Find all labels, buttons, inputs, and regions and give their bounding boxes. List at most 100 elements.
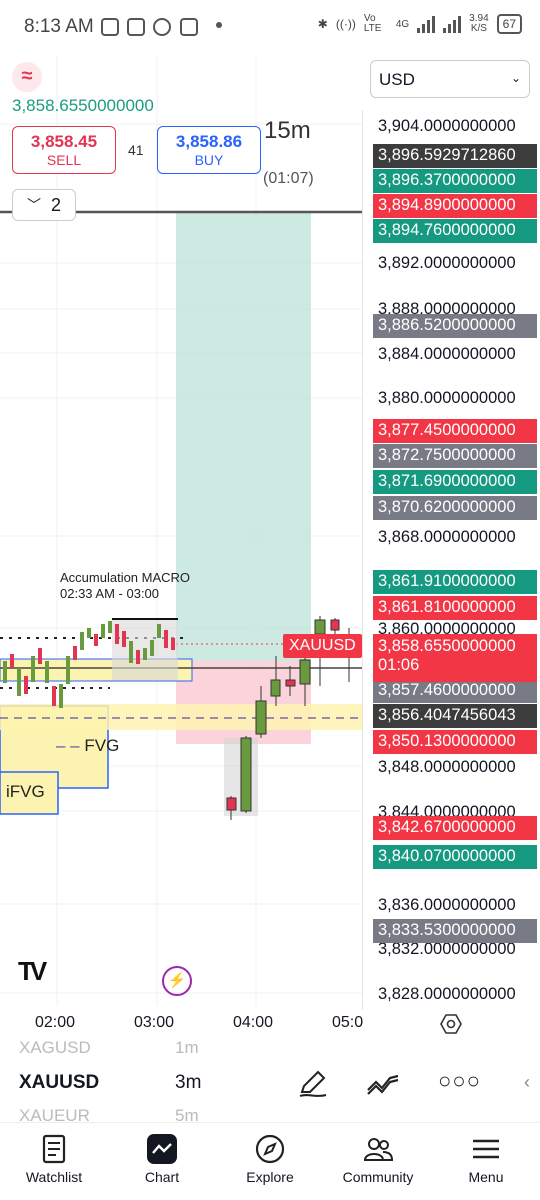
macro-annotation[interactable]: Accumulation MACRO 02:33 AM - 03:00 bbox=[60, 570, 190, 602]
menu-icon bbox=[473, 1139, 499, 1159]
buy-price: 3,858.86 bbox=[175, 132, 243, 151]
price-label[interactable]: 3,850.1300000000 bbox=[373, 730, 537, 754]
nav-label: Explore bbox=[246, 1169, 294, 1185]
more-options-icon[interactable]: ○○○ bbox=[438, 1068, 481, 1094]
price-axis[interactable]: 3,904.0000000000 3,892.0000000000 3,888.… bbox=[362, 110, 540, 1010]
price-label[interactable]: 3,833.5300000000 bbox=[373, 919, 537, 943]
network-rate: 3.94 K/S bbox=[469, 14, 488, 34]
time-tick: 05:0 bbox=[332, 1014, 364, 1031]
community-icon bbox=[363, 1138, 394, 1161]
sell-label: SELL bbox=[46, 152, 82, 168]
price-label[interactable]: 3,894.7600000000 bbox=[373, 219, 537, 243]
time-tick: 04:00 bbox=[233, 1014, 274, 1031]
buy-button[interactable]: 3,858.86 BUY bbox=[157, 126, 261, 174]
hotspot-icon: ((·)) bbox=[335, 17, 356, 31]
nav-menu[interactable]: Menu bbox=[432, 1123, 540, 1200]
instagram-icon bbox=[101, 18, 119, 36]
notification-dot-icon bbox=[216, 22, 222, 28]
price-label[interactable]: 3,877.4500000000 bbox=[373, 419, 537, 443]
price-label[interactable]: 3,896.5929712860 bbox=[373, 144, 537, 168]
network-rate-unit: K/S bbox=[470, 23, 487, 34]
interval-value[interactable]: 3m bbox=[175, 1072, 201, 1094]
indicators-icon[interactable] bbox=[366, 1066, 400, 1100]
status-bar: 8:13 AM ✱ ((·)) Vo LTE 4G 3.94 K/S 67 bbox=[0, 0, 540, 56]
status-right: ✱ ((·)) Vo LTE 4G 3.94 K/S 67 bbox=[318, 14, 522, 34]
flash-icon[interactable]: ⚡ bbox=[162, 966, 192, 996]
lte-label: Vo LTE bbox=[363, 13, 382, 34]
price-tick: 3,836.0000000000 bbox=[378, 896, 516, 914]
nav-explore[interactable]: Explore bbox=[216, 1123, 324, 1200]
tradingview-logo: TV bbox=[18, 956, 47, 986]
compass-icon bbox=[255, 1134, 285, 1164]
settings-icon[interactable] bbox=[440, 1013, 462, 1035]
facebook-icon bbox=[153, 18, 171, 36]
timeframe-label[interactable]: 15m bbox=[264, 117, 311, 145]
battery-icon: 67 bbox=[496, 14, 522, 34]
sell-price: 3,858.45 bbox=[30, 132, 98, 151]
price-label[interactable]: 3,856.4047456043 bbox=[373, 704, 537, 728]
currency-select[interactable]: USD ⌄ bbox=[370, 60, 530, 98]
price-label[interactable]: 3,896.3700000000 bbox=[373, 169, 537, 193]
signal-icon-2 bbox=[443, 15, 462, 33]
price-label[interactable]: 3,870.6200000000 bbox=[373, 496, 537, 520]
net-type: 4G bbox=[395, 18, 410, 30]
current-price-value: 3,858.6550000000 bbox=[378, 637, 516, 655]
tradingview-wave-icon[interactable]: ≈ bbox=[12, 62, 42, 92]
price-label[interactable]: 3,842.6700000000 bbox=[373, 816, 537, 840]
price-label[interactable]: 3,886.5200000000 bbox=[373, 314, 537, 338]
fvg-band[interactable] bbox=[0, 704, 362, 730]
price-tick: 3,848.0000000000 bbox=[378, 758, 516, 776]
nav-label: Chart bbox=[144, 1169, 180, 1185]
price-tick: 3,828.0000000000 bbox=[378, 985, 516, 1003]
time-tick: 03:00 bbox=[134, 1014, 175, 1031]
symbol-price-tag: XAUUSD bbox=[283, 634, 362, 658]
price-tick: 3,880.0000000000 bbox=[378, 389, 516, 407]
nav-label: Community bbox=[342, 1169, 414, 1185]
spread-value: 41 bbox=[128, 142, 144, 158]
current-price-label[interactable]: 3,858.6550000000 01:06 bbox=[373, 634, 537, 682]
price-label[interactable]: 3,861.8100000000 bbox=[373, 596, 537, 620]
position-stop-zone[interactable] bbox=[176, 661, 311, 744]
price-label[interactable]: 3,872.7500000000 bbox=[373, 444, 537, 468]
symbol-ghost-above: XAGUSD bbox=[19, 1038, 91, 1057]
macro-range: 02:33 AM - 03:00 bbox=[60, 586, 160, 601]
price-tick: 3,892.0000000000 bbox=[378, 254, 516, 272]
instagram-icon bbox=[127, 18, 145, 36]
price-tick: 3,904.0000000000 bbox=[378, 117, 516, 135]
status-time: 8:13 AM bbox=[24, 16, 94, 37]
fvg-label: – – FVG bbox=[56, 736, 120, 755]
price-label[interactable]: 3,861.9100000000 bbox=[373, 570, 537, 594]
chevron-left-icon[interactable]: ‹ bbox=[524, 1072, 530, 1093]
chevron-down-icon: ⌄ bbox=[510, 71, 521, 85]
current-price-countdown: 01:06 bbox=[378, 656, 420, 674]
buy-label: BUY bbox=[194, 152, 224, 168]
bottom-nav: Watchlist Chart Explore Community Menu bbox=[0, 1122, 540, 1200]
messenger-icon bbox=[180, 18, 198, 36]
layers-toggle-button[interactable]: ﹀ 2 bbox=[12, 189, 76, 221]
price-label[interactable]: 3,857.4600000000 bbox=[373, 679, 537, 703]
layers-count: 2 bbox=[50, 194, 61, 215]
bluetooth-icon: ✱ bbox=[317, 17, 328, 31]
nav-community[interactable]: Community bbox=[324, 1123, 432, 1200]
currency-value: USD bbox=[379, 70, 415, 89]
chart-icon bbox=[147, 1134, 177, 1164]
sell-button[interactable]: 3,858.45 SELL bbox=[12, 126, 116, 174]
nav-chart[interactable]: Chart bbox=[108, 1123, 216, 1200]
signal-icon bbox=[417, 15, 436, 33]
nav-watchlist[interactable]: Watchlist bbox=[0, 1123, 108, 1200]
ifvg-label: iFVG bbox=[6, 782, 45, 801]
drawing-pen-icon[interactable] bbox=[296, 1066, 330, 1100]
time-tick: 02:00 bbox=[35, 1014, 76, 1031]
price-tick: 3,868.0000000000 bbox=[378, 528, 516, 546]
price-tick: 3,884.0000000000 bbox=[378, 345, 516, 363]
nav-label: Menu bbox=[468, 1169, 504, 1185]
price-label[interactable]: 3,894.8900000000 bbox=[373, 194, 537, 218]
position-target-zone[interactable] bbox=[176, 213, 311, 661]
fvg-label-text: FVG bbox=[84, 736, 120, 755]
price-label[interactable]: 3,871.6900000000 bbox=[373, 470, 537, 494]
interval-ghost-above: 1m bbox=[175, 1038, 199, 1057]
macro-title: Accumulation MACRO bbox=[60, 570, 191, 585]
watchlist-icon bbox=[42, 1134, 66, 1164]
price-label[interactable]: 3,840.0700000000 bbox=[373, 845, 537, 869]
symbol-name[interactable]: XAUUSD bbox=[19, 1072, 99, 1094]
